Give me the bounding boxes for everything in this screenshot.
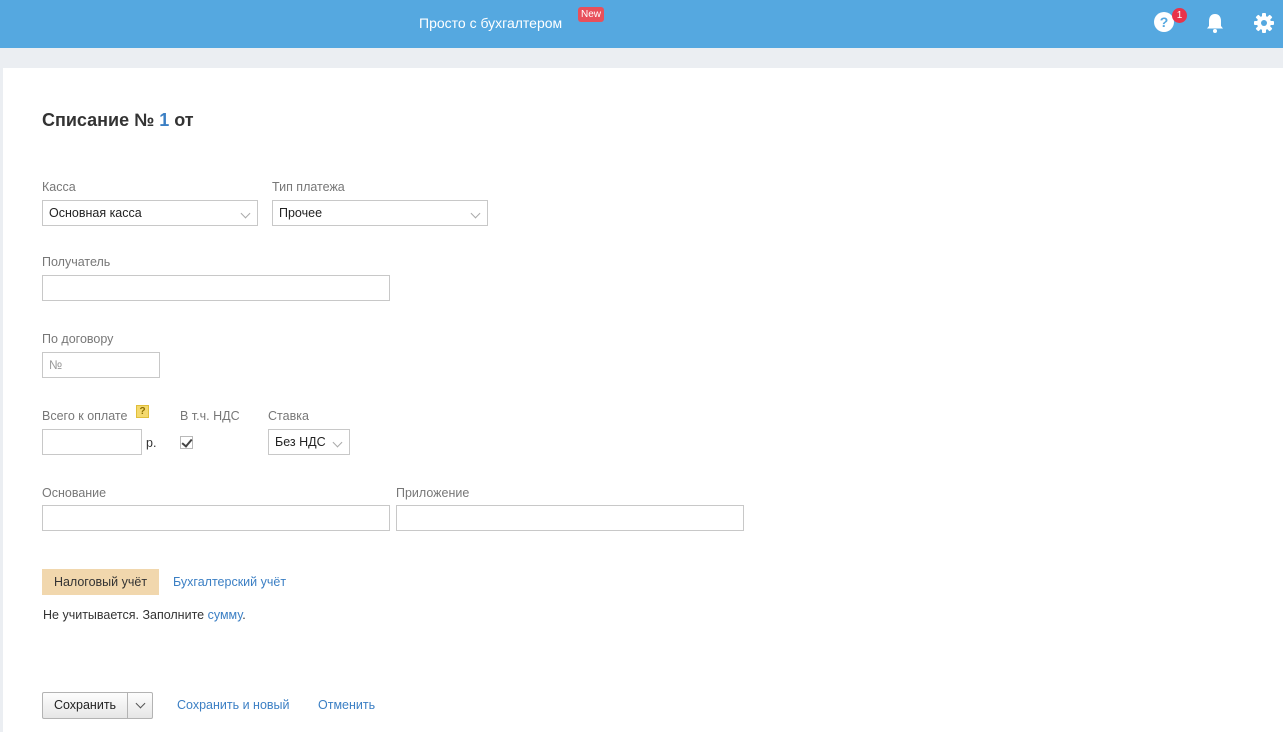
- recipient-input[interactable]: [42, 275, 390, 301]
- page-strip: [0, 48, 1283, 68]
- contract-number-input[interactable]: №: [42, 352, 160, 378]
- tab-tax-accounting[interactable]: Налоговый учёт: [42, 569, 159, 595]
- attachment-input[interactable]: [396, 505, 744, 531]
- kassa-select[interactable]: Основная касса: [42, 200, 258, 226]
- basis-label: Основание: [42, 486, 107, 500]
- help-icon[interactable]: ? 1: [1154, 8, 1187, 34]
- save-options-button[interactable]: [128, 693, 152, 718]
- vat-included-label: В т.ч. НДС: [180, 409, 240, 423]
- doc-number: 1: [159, 110, 170, 130]
- gear-icon[interactable]: [1253, 12, 1275, 34]
- accounting-note: Не учитывается. Заполните сумму.: [43, 608, 246, 622]
- promo-link[interactable]: Просто с бухгалтером: [419, 15, 562, 31]
- kassa-label: Касса: [42, 180, 76, 194]
- chevron-down-icon: [240, 208, 251, 219]
- chevron-down-icon: [332, 437, 343, 448]
- bell-icon[interactable]: [1205, 12, 1227, 34]
- attachment-label: Приложение: [396, 486, 470, 500]
- payment-type-label: Тип платежа: [272, 180, 345, 194]
- recipient-label: Получатель: [42, 255, 111, 269]
- fill-amount-link[interactable]: сумму: [208, 608, 243, 622]
- save-and-new-link[interactable]: Сохранить и новый: [177, 698, 290, 712]
- new-badge: New: [578, 7, 605, 22]
- payment-type-select[interactable]: Прочее: [272, 200, 488, 226]
- top-bar: Просто с бухгалтером New ? 1: [0, 0, 1283, 48]
- page-title: Списание № 1 от: [42, 110, 194, 130]
- contract-label: По договору: [42, 332, 114, 346]
- cancel-link[interactable]: Отменить: [318, 698, 375, 712]
- currency-label: р.: [146, 436, 157, 450]
- rate-select[interactable]: Без НДС: [268, 429, 350, 455]
- total-label: Всего к оплате: [42, 409, 128, 423]
- vat-included-checkbox[interactable]: [180, 436, 193, 449]
- help-hint-icon[interactable]: ?: [136, 405, 149, 418]
- form-panel: [3, 68, 1283, 732]
- help-glyph: ?: [1154, 12, 1174, 32]
- chevron-down-icon: [470, 208, 481, 219]
- help-count-badge: 1: [1172, 8, 1187, 23]
- basis-input[interactable]: [42, 505, 390, 531]
- total-amount-input[interactable]: [42, 429, 142, 455]
- chevron-down-icon: [135, 698, 146, 709]
- rate-label: Ставка: [268, 409, 309, 423]
- tab-bookkeeping[interactable]: Бухгалтерский учёт: [173, 575, 286, 589]
- save-button-group: Сохранить: [42, 692, 153, 719]
- save-button[interactable]: Сохранить: [43, 693, 128, 718]
